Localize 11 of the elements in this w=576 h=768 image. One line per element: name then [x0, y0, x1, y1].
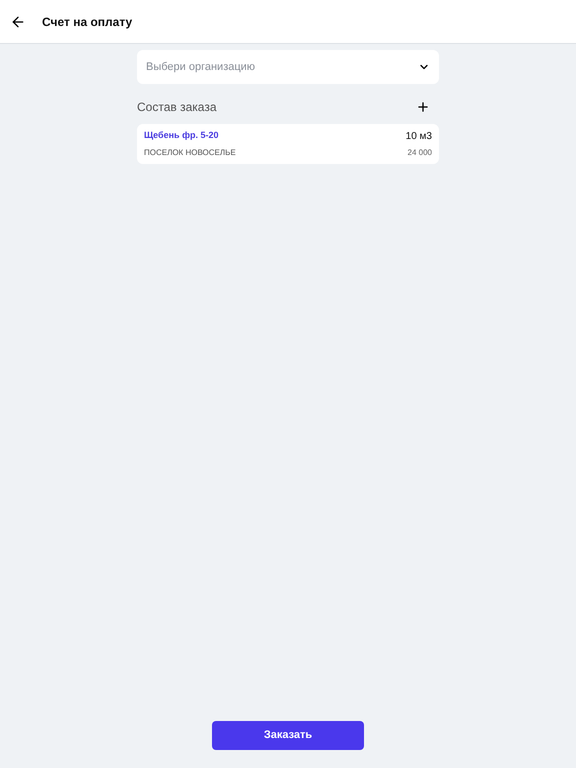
section-title: Состав заказа — [137, 99, 216, 116]
item-quantity: 10 м3 — [406, 130, 432, 144]
item-name: Щебень фр. 5-20 — [144, 129, 220, 142]
page-title: Счет на оплату — [42, 14, 132, 30]
add-button[interactable] — [416, 100, 430, 114]
item-price: 24 000 — [408, 147, 432, 159]
plus-icon — [416, 100, 430, 114]
item-location: ПОСЕЛОК НОВОСЕЛЬЕ — [144, 147, 236, 159]
select-placeholder: Выбери организацию — [146, 60, 256, 75]
order-item-card[interactable]: Щебень фр. 5-20 ПОСЕЛОК НОВОСЕЛЬЕ 10 м3 24 000 — [137, 124, 439, 164]
order-button[interactable]: Заказать — [212, 721, 364, 750]
